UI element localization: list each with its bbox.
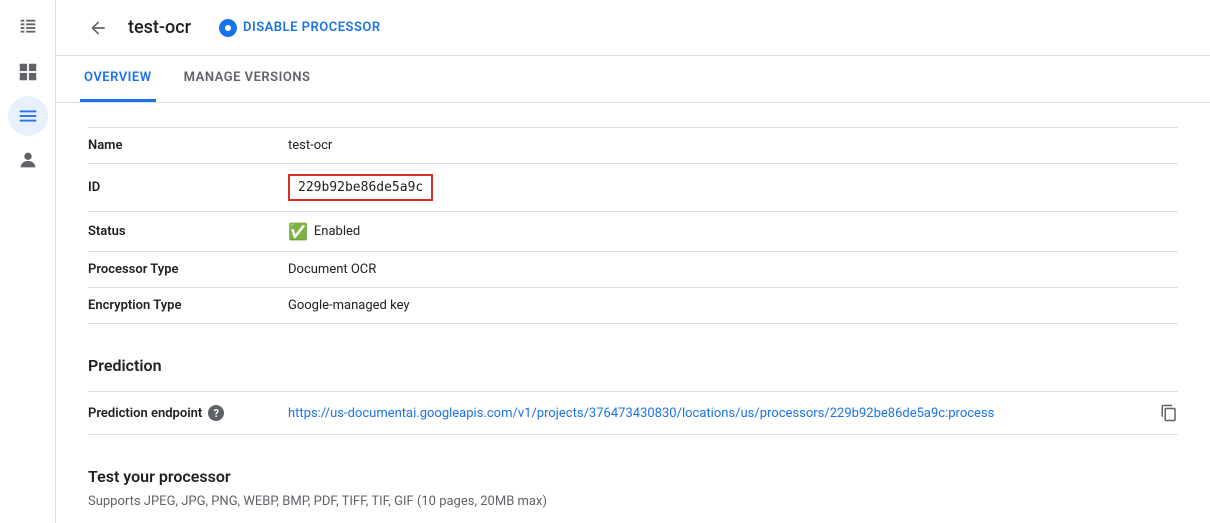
sidebar-icon-document-list[interactable] — [8, 8, 48, 48]
status-check-icon: ✅ — [288, 222, 308, 241]
test-section: Test your processor Supports JPEG, JPG, … — [88, 467, 1178, 523]
help-icon[interactable]: ? — [208, 405, 224, 421]
test-section-title: Test your processor — [88, 467, 1178, 486]
info-label-id: ID — [88, 180, 288, 195]
sidebar-icon-dashboard[interactable] — [8, 52, 48, 92]
info-label-encryption-type: Encryption Type — [88, 298, 288, 313]
info-row-encryption-type: Encryption Type Google-managed key — [88, 288, 1178, 324]
info-row-status: Status ✅ Enabled — [88, 212, 1178, 252]
test-section-subtitle: Supports JPEG, JPG, PNG, WEBP, BMP, PDF,… — [88, 494, 1178, 509]
info-label-name: Name — [88, 138, 288, 153]
prediction-endpoint-row: Prediction endpoint ? https://us-documen… — [88, 391, 1178, 435]
info-row-name: Name test-ocr — [88, 127, 1178, 164]
info-label-status: Status — [88, 224, 288, 239]
header: test-ocr DISABLE PROCESSOR — [56, 0, 1210, 56]
prediction-section: Prediction Prediction endpoint ? https:/… — [88, 356, 1178, 435]
info-value-encryption-type: Google-managed key — [288, 298, 410, 313]
back-button[interactable] — [80, 10, 116, 46]
main-content: test-ocr DISABLE PROCESSOR OVERVIEW MANA… — [56, 0, 1210, 523]
info-value-id: 229b92be86de5a9c — [288, 174, 433, 201]
content-area: Name test-ocr ID 229b92be86de5a9c Status… — [56, 103, 1210, 523]
copy-icon[interactable] — [1160, 404, 1178, 422]
info-row-processor-type: Processor Type Document OCR — [88, 252, 1178, 288]
info-table: Name test-ocr ID 229b92be86de5a9c Status… — [88, 127, 1178, 324]
disable-processor-button[interactable]: DISABLE PROCESSOR — [219, 19, 381, 37]
info-label-processor-type: Processor Type — [88, 262, 288, 277]
info-value-name: test-ocr — [288, 138, 332, 153]
info-row-id: ID 229b92be86de5a9c — [88, 164, 1178, 212]
sidebar-icon-processors[interactable] — [8, 96, 48, 136]
info-value-processor-type: Document OCR — [288, 262, 376, 277]
prediction-endpoint-url: https://us-documentai.googleapis.com/v1/… — [288, 406, 1152, 421]
disable-icon — [219, 19, 237, 37]
info-value-status: ✅ Enabled — [288, 222, 360, 241]
sidebar-icon-users[interactable] — [8, 140, 48, 180]
page-title: test-ocr — [128, 17, 191, 38]
tab-overview[interactable]: OVERVIEW — [80, 56, 156, 102]
tabs-bar: OVERVIEW MANAGE VERSIONS — [56, 56, 1210, 103]
tab-manage-versions[interactable]: MANAGE VERSIONS — [180, 56, 315, 102]
sidebar — [0, 0, 56, 523]
prediction-title: Prediction — [88, 356, 1178, 375]
prediction-endpoint-label: Prediction endpoint ? — [88, 405, 288, 421]
